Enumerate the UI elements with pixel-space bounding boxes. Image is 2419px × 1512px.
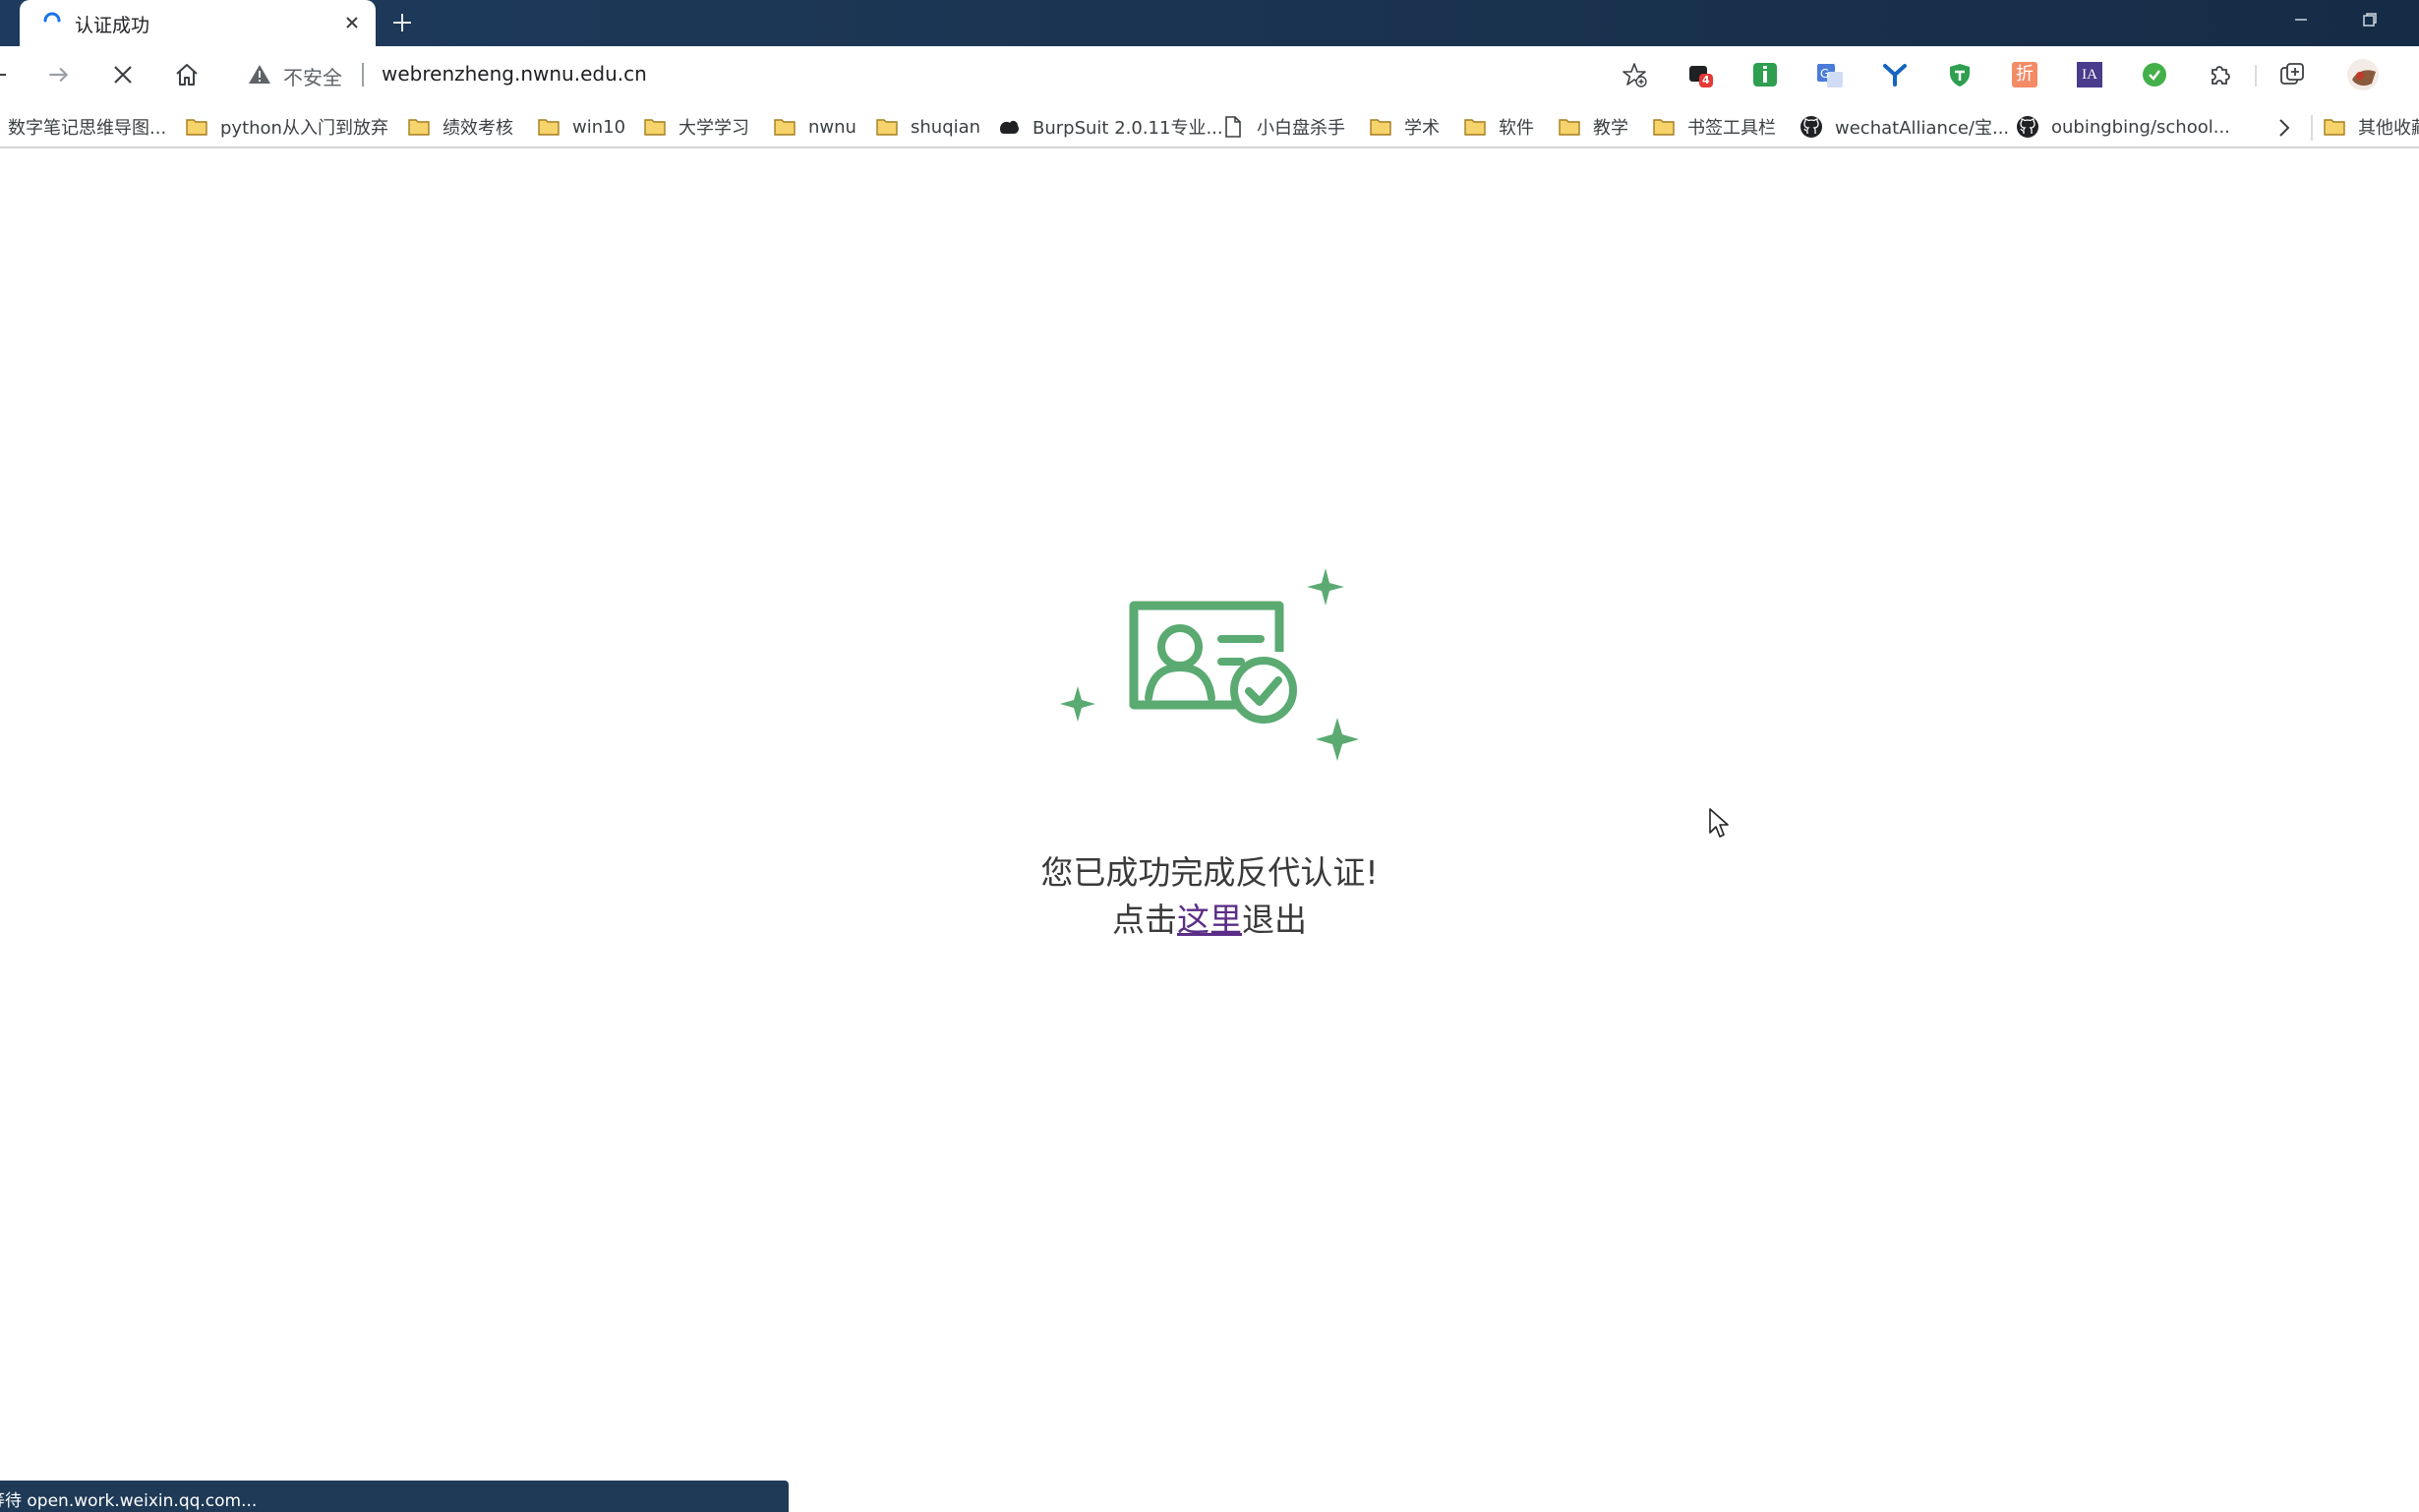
active-tab[interactable]: 认证成功 xyxy=(20,0,376,46)
new-tab-button[interactable] xyxy=(385,6,419,39)
bookmark-label: wechatAlliance/宝... xyxy=(1835,118,2010,139)
bookmark-label: nwnu xyxy=(808,116,856,138)
bookmark-label: 学术 xyxy=(1404,118,1440,139)
address-bar[interactable]: 不安全 webrenzheng.nwnu.edu.cn xyxy=(228,52,1660,97)
status-bubble: 等待 open.work.weixin.qq.com... xyxy=(0,1481,789,1512)
extension-green-circle-icon[interactable] xyxy=(2141,61,2168,88)
folder-icon xyxy=(1559,119,1580,136)
bookmark-label: python从入门到放弃 xyxy=(220,118,388,139)
exit-prefix: 点击 xyxy=(1112,901,1177,939)
bookmark-folder[interactable]: win10 xyxy=(537,111,625,143)
folder-icon xyxy=(1464,119,1486,136)
extension-y-icon[interactable] xyxy=(1881,61,1909,88)
bookmark-folder[interactable]: nwnu xyxy=(773,111,856,143)
bookmark-label: 大学学习 xyxy=(678,118,749,139)
url-text[interactable]: webrenzheng.nwnu.edu.cn xyxy=(382,62,647,86)
bookmark-folder[interactable]: 绩效考核 xyxy=(407,111,513,143)
not-secure-label[interactable]: 不安全 xyxy=(283,62,342,90)
bookmark-label: 其他收藏 xyxy=(2358,118,2419,139)
status-text: 等待 open.work.weixin.qq.com... xyxy=(0,1491,258,1511)
home-button[interactable] xyxy=(167,55,206,94)
bookmark-item[interactable]: 小白盘杀手 xyxy=(1221,111,1345,143)
folder-icon xyxy=(1653,119,1675,136)
svg-text:G: G xyxy=(1820,67,1829,81)
title-bar: 认证成功 xyxy=(0,0,2419,46)
folder-icon xyxy=(876,119,898,136)
bookmark-folder-other[interactable]: 其他收藏 xyxy=(2323,111,2419,143)
github-icon xyxy=(2017,116,2038,138)
folder-icon xyxy=(2324,119,2345,136)
extension-info-icon[interactable] xyxy=(1751,61,1779,88)
bookmark-label: oubingbing/school... xyxy=(2051,116,2230,138)
extension-notification-icon[interactable]: 4 xyxy=(1686,61,1714,88)
restore-button[interactable] xyxy=(2335,0,2404,39)
folder-icon xyxy=(644,119,666,136)
bookmark-folder[interactable]: 教学 xyxy=(1558,111,1628,143)
bookmark-item[interactable]: oubingbing/school... xyxy=(2016,111,2230,143)
folder-icon xyxy=(538,119,560,136)
extension-ia-label: IA xyxy=(2077,62,2102,87)
forward-button[interactable] xyxy=(38,55,78,94)
folder-icon xyxy=(774,119,796,136)
tab-close-icon[interactable] xyxy=(338,9,366,36)
success-message: 您已成功完成反代认证! xyxy=(1040,853,1379,892)
profile-avatar[interactable] xyxy=(2346,58,2380,91)
bookmark-item[interactable]: wechatAlliance/宝... xyxy=(1800,111,2009,143)
stop-loading-button[interactable] xyxy=(103,55,143,94)
mouse-cursor-icon xyxy=(1709,808,1729,838)
burpsuite-icon xyxy=(1000,120,1019,134)
bookmark-label: win10 xyxy=(572,116,626,138)
exit-suffix: 退出 xyxy=(1242,901,1307,939)
bookmark-folder[interactable]: 软件 xyxy=(1463,111,1534,143)
warning-icon[interactable] xyxy=(248,63,271,87)
toolbar-divider xyxy=(2255,65,2257,87)
bookmark-label: 书签工具栏 xyxy=(1687,118,1776,139)
bookmark-label: shuqian xyxy=(911,116,981,138)
bookmark-star-icon[interactable] xyxy=(1621,61,1648,88)
extension-translate-icon[interactable]: G xyxy=(1816,61,1844,88)
chevron-right-icon[interactable] xyxy=(2272,115,2297,141)
extension-zhe-label: 折 xyxy=(2012,62,2037,87)
bookmark-folder[interactable]: shuqian xyxy=(875,111,980,143)
page-content: 您已成功完成反代认证! 点击这里退出 xyxy=(0,150,2419,1512)
bookmark-folder[interactable]: python从入门到放弃 xyxy=(185,111,388,143)
folder-icon xyxy=(1370,119,1391,136)
loading-spinner-icon xyxy=(43,12,61,23)
bookmark-item[interactable]: BurpSuit 2.0.11专业... xyxy=(997,111,1223,143)
bookmark-label: 数字笔记思维导图... xyxy=(8,118,167,139)
bookmarks-bar: 数字笔记思维导图... python从入门到放弃 绩效考核 win10 大学学习… xyxy=(0,103,2419,148)
omnibox-divider xyxy=(362,63,364,87)
tab-title: 认证成功 xyxy=(75,15,150,36)
bookmark-folder[interactable]: 大学学习 xyxy=(643,111,749,143)
page-icon xyxy=(1225,116,1241,138)
extension-zhe-icon[interactable]: 折 xyxy=(2011,61,2038,88)
collections-icon[interactable] xyxy=(2278,61,2306,88)
bookmark-item[interactable]: 数字笔记思维导图... xyxy=(8,111,166,143)
bookmark-label: 绩效考核 xyxy=(442,118,513,139)
back-button[interactable] xyxy=(0,55,18,94)
browser-toolbar: 不安全 webrenzheng.nwnu.edu.cn 4 G 折 IA xyxy=(0,46,2419,103)
bookmarks-divider xyxy=(2311,115,2313,141)
bookmark-label: 教学 xyxy=(1593,118,1628,139)
bookmark-folder[interactable]: 学术 xyxy=(1369,111,1440,143)
bookmark-folder[interactable]: 书签工具栏 xyxy=(1652,111,1776,143)
minimize-button[interactable] xyxy=(2267,0,2335,39)
extensions-puzzle-icon[interactable] xyxy=(2206,61,2233,88)
extension-shield-icon[interactable] xyxy=(1946,61,1974,88)
folder-icon xyxy=(186,119,207,136)
extension-ia-icon[interactable]: IA xyxy=(2076,61,2103,88)
folder-icon xyxy=(408,119,430,136)
bookmark-label: 小白盘杀手 xyxy=(1257,118,1345,139)
bookmark-label: 软件 xyxy=(1499,118,1534,139)
github-icon xyxy=(1800,116,1822,138)
exit-link[interactable]: 这里 xyxy=(1177,901,1242,939)
exit-instruction: 点击这里退出 xyxy=(0,894,2419,941)
bookmark-label: BurpSuit 2.0.11专业... xyxy=(1032,118,1223,139)
extension-badge: 4 xyxy=(1702,74,1710,87)
